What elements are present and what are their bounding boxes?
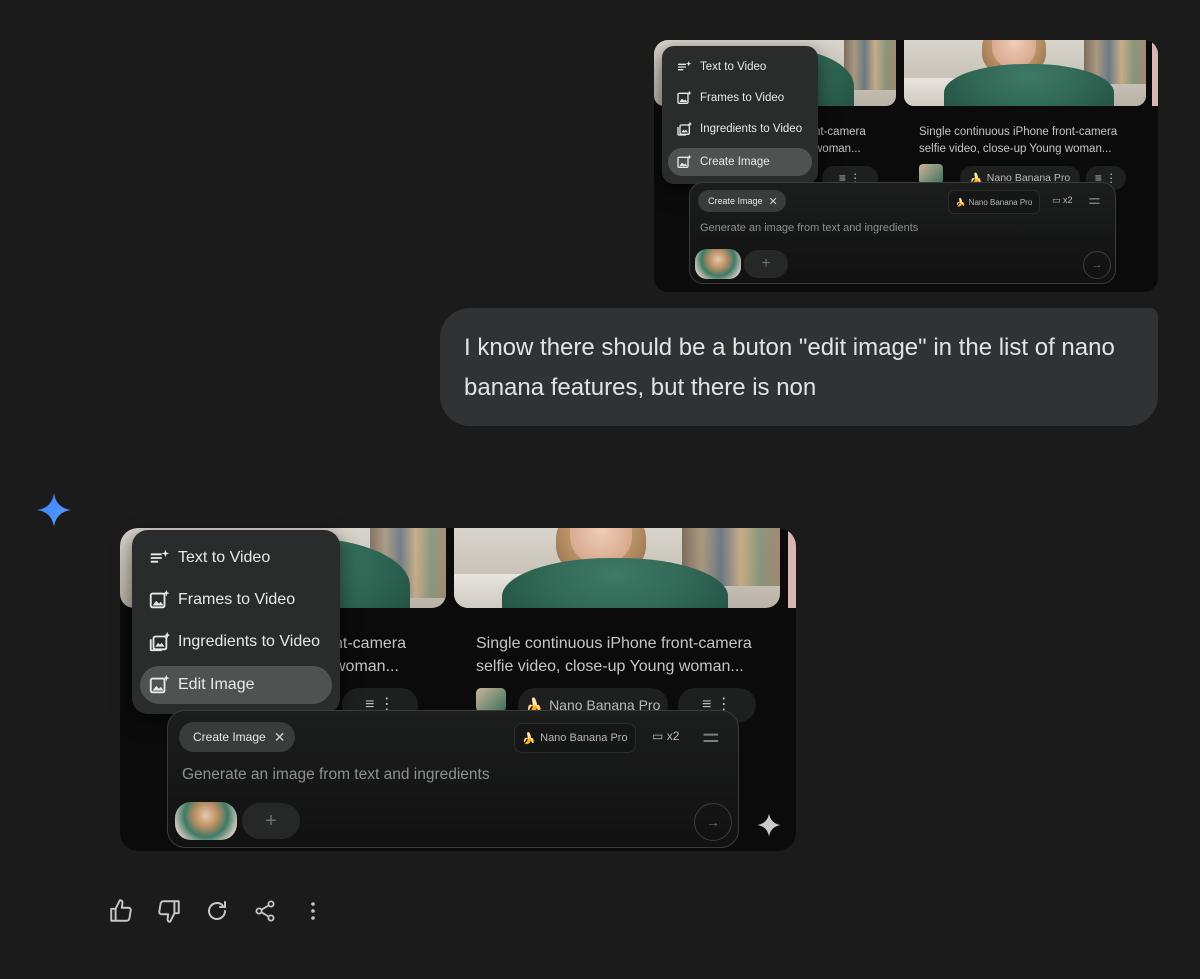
screenshot-image-top: nt-camera woman... Single continuous iPh… [654,40,1158,292]
ingredient-thumbnail[interactable] [175,802,237,840]
menu-item-frames-to-video[interactable]: Frames to Video [132,580,340,620]
mode-chip[interactable]: Create Image ✕ [179,722,296,752]
card-caption-right: Single continuous iPhone front-camera se… [476,635,752,675]
send-button[interactable]: → [1083,251,1111,279]
video-thumbnail-edge [1152,40,1158,106]
model-selector[interactable]: 🍌 Nano Banana Pro [948,190,1040,214]
add-ingredient-button[interactable]: + [242,803,300,839]
send-button[interactable]: → [694,803,732,841]
menu-item-create-image[interactable]: Create Image [668,148,812,176]
aspect-count[interactable]: ▭ x2 [652,729,679,743]
ingredient-thumbnail[interactable] [695,249,741,279]
prompt-input[interactable]: Generate an image from text and ingredie… [700,222,918,234]
thumbs-down-icon [158,900,180,923]
image-sparkle-icon [149,674,170,694]
aspect-ratio-icon: ▭ [1052,195,1061,205]
sparkle-icon [757,813,781,837]
mode-menu: Text to Video Frames to Video Ingredient… [662,46,818,184]
image-sparkle-icon [149,589,170,609]
layers-sparkle-icon [149,631,170,652]
banana-icon: 🍌 [522,732,537,745]
user-message-bubble: I know there should be a buton "edit ima… [440,308,1158,426]
gemini-spark-icon [37,493,71,527]
share-button[interactable] [250,896,280,926]
menu-item-edit-image[interactable]: Edit Image [140,666,332,704]
text-sparkle-icon [678,61,692,71]
image-sparkle-icon [677,90,692,104]
aspect-count[interactable]: ▭ x2 [1052,195,1073,206]
close-icon[interactable]: ✕ [274,729,286,746]
aspect-ratio-icon: ▭ [652,729,664,743]
menu-item-ingredients-to-video[interactable]: Ingredients to Video [662,114,818,144]
menu-item-frames-to-video[interactable]: Frames to Video [662,83,818,113]
prompt-box: Create Image ✕ 🍌 Nano Banana Pro ▭ x2 ⚌ G… [689,182,1116,284]
menu-item-ingredients-to-video[interactable]: Ingredients to Video [132,622,340,662]
mode-menu: Text to Video Frames to Video Ingredient… [132,530,340,714]
prompt-input[interactable]: Generate an image from text and ingredie… [182,766,490,784]
text-sparkle-icon [150,549,170,563]
video-thumbnail-right [904,40,1146,106]
video-thumbnail-edge [788,528,796,608]
card-caption-left: nt-camera woman... [814,126,866,155]
mode-chip[interactable]: Create Image ✕ [698,190,786,212]
close-icon[interactable]: ✕ [769,195,778,208]
settings-sliders-icon[interactable]: ⚌ [702,723,720,748]
more-options-button[interactable] [298,896,328,926]
layers-sparkle-icon [677,121,692,136]
response-actions [106,896,346,926]
thumbs-up-icon [110,899,132,922]
video-thumbnail-right [454,528,780,608]
banana-icon: 🍌 [955,197,966,207]
card-avatar [919,164,943,184]
redo-icon [208,901,226,920]
user-message-text: I know there should be a buton "edit ima… [464,334,1115,401]
card-avatar [476,688,506,712]
prompt-box: Create Image ✕ 🍌 Nano Banana Pro ▭ x2 ⚌ G… [167,710,739,848]
image-sparkle-icon [677,154,692,168]
card-caption-left: nt-camera woman... [334,635,407,675]
menu-item-text-to-video[interactable]: Text to Video [132,538,340,578]
thumbs-down-button[interactable] [154,896,184,926]
card-caption-right: Single continuous iPhone front-camera se… [919,126,1118,155]
model-selector[interactable]: 🍌 Nano Banana Pro [514,723,636,753]
menu-item-text-to-video[interactable]: Text to Video [662,52,818,82]
share-icon [255,900,275,922]
thumbs-up-button[interactable] [106,896,136,926]
settings-sliders-icon[interactable]: ⚌ [1088,191,1101,208]
add-ingredient-button[interactable]: + [744,250,788,278]
regenerate-button[interactable] [202,896,232,926]
more-vert-icon [311,902,315,920]
